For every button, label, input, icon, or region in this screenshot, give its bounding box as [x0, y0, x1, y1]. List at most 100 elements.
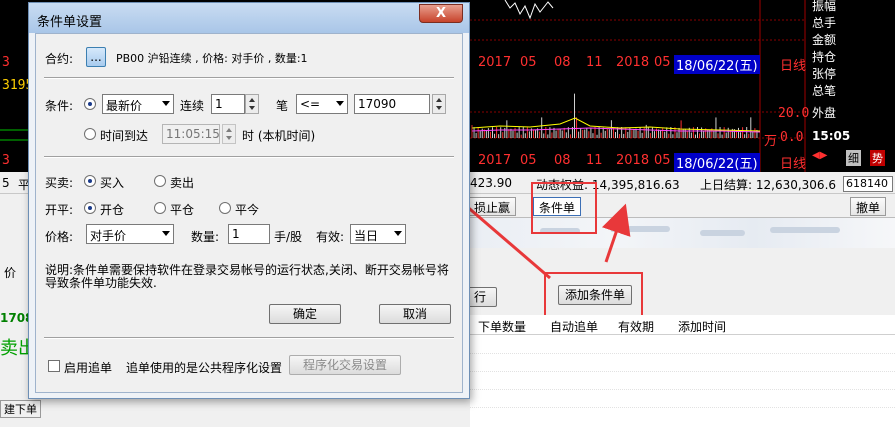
trigger-time-spinner[interactable]: [222, 124, 236, 144]
date-tick: 05: [520, 55, 537, 70]
divider: [44, 156, 454, 158]
sell-radio[interactable]: [154, 175, 166, 187]
time-label: 15:05: [812, 129, 851, 143]
time-reach-label: 时间到达: [100, 129, 149, 143]
trigger-price-input[interactable]: 17090: [354, 94, 430, 114]
tick-label: 笔: [276, 99, 289, 113]
contract-summary: PB00 沪铅连续 , 价格: 对手价 , 数量:1: [116, 52, 308, 65]
date-tick: 2018: [616, 153, 650, 168]
operator-select[interactable]: <=: [296, 94, 348, 114]
qty-input[interactable]: 1: [228, 224, 270, 244]
volume-scale-label: 20.0: [778, 106, 810, 121]
continuous-label: 连续: [180, 99, 205, 113]
cancel-button[interactable]: 取消: [379, 304, 451, 324]
close-button[interactable]: X: [419, 4, 463, 23]
buy-radio[interactable]: [84, 175, 96, 187]
qty-unit: 手/股: [274, 230, 303, 244]
trigger-time-input[interactable]: 11:05:15: [162, 124, 220, 144]
program-trading-settings-button[interactable]: 程序化交易设置: [289, 355, 401, 375]
date-tick: 08: [554, 55, 571, 70]
note-text: 说明:条件单需要保持软件在登录交易帐号的运行状态,关闭、断开交易帐号将导致条件单…: [45, 263, 449, 290]
close-radio[interactable]: [154, 202, 166, 214]
conditional-order-table: [470, 335, 895, 427]
volume-unit-label: 万: [764, 134, 778, 149]
stat-label: 金额: [812, 33, 837, 47]
condition-time-radio[interactable]: [84, 128, 96, 140]
trigger-price-spinner[interactable]: [432, 94, 446, 114]
account-select[interactable]: 618140: [843, 176, 893, 192]
price-label: 价: [4, 266, 17, 280]
tab-detail[interactable]: 细: [846, 150, 861, 166]
buysell-label: 买卖:: [45, 176, 74, 190]
chase-checkbox[interactable]: [48, 360, 60, 372]
chase-label: 启用追单: [64, 361, 113, 375]
open-radio[interactable]: [84, 202, 96, 214]
current-date: 18/06/22(五): [674, 153, 760, 172]
valid-label: 有效:: [316, 230, 345, 244]
price-type-value: 最新价: [106, 99, 143, 113]
date-tick: 11: [586, 55, 603, 70]
divider: [44, 337, 454, 339]
tab-stop-loss[interactable]: 损止赢: [468, 197, 517, 216]
close-today-label: 平今: [235, 203, 260, 217]
date-tick: 05: [654, 55, 671, 70]
stat-label: 总手: [812, 16, 837, 30]
order-price-value: 对手价: [90, 229, 127, 243]
stat-label: 持仓: [812, 50, 837, 64]
choose-contract-button[interactable]: ...: [86, 47, 106, 67]
current-date: 18/06/22(五): [674, 55, 760, 74]
ok-button[interactable]: 确定: [269, 304, 341, 324]
time-suffix: 时 (本机时间): [242, 129, 316, 143]
price-type-select[interactable]: 最新价: [102, 94, 174, 114]
date-tick: 08: [554, 153, 571, 168]
condition-label: 条件:: [45, 99, 74, 113]
buy-label: 买入: [100, 176, 125, 190]
order-price-select[interactable]: 对手价: [86, 224, 174, 244]
left-axis-label: 3: [2, 153, 10, 168]
chase-note: 追单使用的是公共程序化设置: [126, 361, 283, 375]
condition-price-radio[interactable]: [84, 98, 96, 110]
stat-label: 振幅: [812, 0, 837, 13]
col-header: 自动追单: [550, 320, 599, 334]
conditional-order-table-header: 下单数量 自动追单 有效期 添加时间: [470, 315, 895, 335]
cancel-order-button[interactable]: 撤单: [850, 197, 887, 216]
date-tick: 05: [654, 153, 671, 168]
account-value: 618140: [846, 177, 888, 190]
col-header: 有效期: [618, 320, 655, 334]
dialog-titlebar[interactable]: 条件单设置 X: [29, 3, 469, 33]
col-header: 添加时间: [678, 320, 727, 334]
operator-value: <=: [300, 97, 321, 111]
close-today-radio[interactable]: [219, 202, 231, 214]
highlight-box: [531, 182, 597, 234]
period-label: 日线: [780, 157, 807, 172]
date-tick: 11: [586, 153, 603, 168]
col-header: 下单数量: [478, 320, 527, 334]
outer-disk-label: 外盘: [812, 106, 837, 120]
period-label: 日线: [780, 59, 807, 74]
continuous-spinner[interactable]: [245, 94, 259, 114]
validity-value: 当日: [354, 229, 379, 243]
left-axis-label: 3: [2, 55, 10, 70]
date-axis-bottom: 2017 05 08 11 2018 05 18/06/22(五): [478, 151, 768, 172]
volume-zero-label: 0.0: [780, 130, 804, 145]
highlight-box: [544, 272, 643, 320]
openclose-label: 开平:: [45, 203, 74, 217]
continuous-count-input[interactable]: 1: [211, 94, 245, 114]
divider: [44, 77, 454, 79]
date-axis-top: 2017 05 08 11 2018 05 18/06/22(五): [478, 53, 768, 74]
prev-settlement: 上日结算: 12,630,306.6: [700, 178, 837, 192]
contract-label: 合约:: [45, 52, 74, 66]
tab-trend[interactable]: 势: [870, 150, 885, 166]
dialog-title: 条件单设置: [37, 15, 103, 30]
nav-arrows[interactable]: ◀▶: [812, 150, 827, 161]
dialog-body: 合约: ... PB00 沪铅连续 , 价格: 对手价 , 数量:1 条件: 最…: [35, 33, 463, 393]
conditional-order-dialog: 条件单设置 X 合约: ... PB00 沪铅连续 , 价格: 对手价 , 数量…: [28, 2, 470, 399]
stat-label: 总笔: [812, 84, 837, 98]
qty-label: 数量:: [191, 230, 220, 244]
place-order-tab[interactable]: 建下单: [0, 400, 41, 418]
date-tick: 05: [520, 153, 537, 168]
validity-select[interactable]: 当日: [350, 224, 406, 244]
sell-label: 卖出: [170, 176, 195, 190]
info-fragment: 5: [2, 176, 10, 190]
date-tick: 2018: [616, 55, 650, 70]
